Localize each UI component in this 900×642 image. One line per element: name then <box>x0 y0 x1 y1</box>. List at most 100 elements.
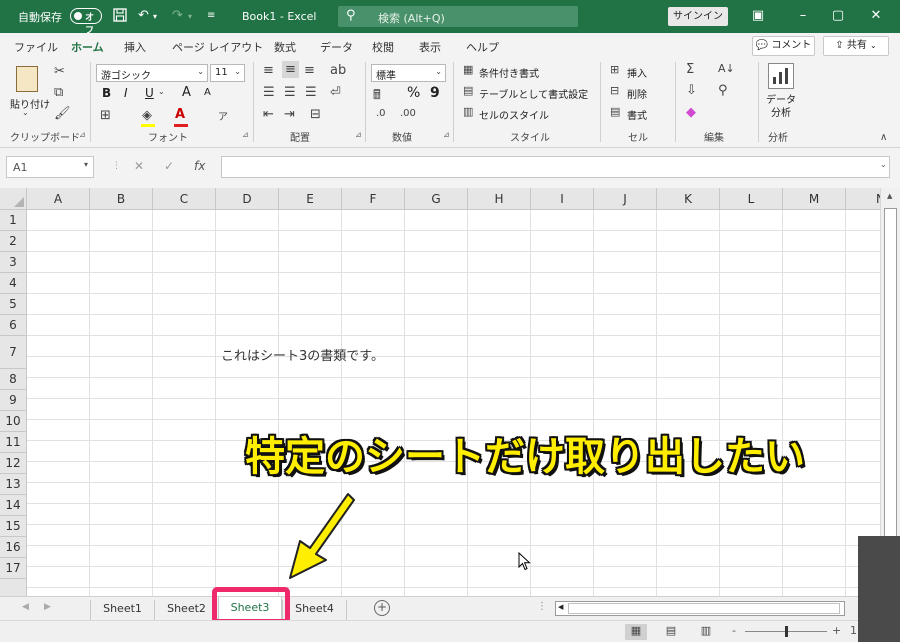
tab-split-handle-icon[interactable]: ⋮ <box>537 601 547 612</box>
sheet-tab-sheet2[interactable]: Sheet2 <box>154 600 218 620</box>
align-center-icon[interactable]: ☰ <box>284 85 296 100</box>
align-left-icon[interactable]: ☰ <box>263 85 275 100</box>
close-icon[interactable]: ✕ <box>866 6 886 26</box>
row-header[interactable]: 13 <box>0 474 27 495</box>
tab-help[interactable]: ヘルプ <box>466 39 499 55</box>
row-header[interactable]: 3 <box>0 252 27 273</box>
cell-d7[interactable]: これはシート3の書類です。 <box>221 345 384 364</box>
font-color-icon[interactable]: A <box>175 107 185 122</box>
scroll-left-icon[interactable]: ◀ <box>558 603 563 611</box>
delete-cells-button[interactable]: 削除 <box>627 86 647 101</box>
paste-icon[interactable] <box>16 66 38 92</box>
increase-indent-icon[interactable]: ⇥ <box>284 107 295 122</box>
cut-icon[interactable]: ✂ <box>54 64 65 79</box>
shrink-font-button[interactable]: A <box>204 87 211 98</box>
confirm-entry-icon[interactable]: ✓ <box>164 159 174 173</box>
page-break-view-icon[interactable]: ▥ <box>695 624 717 640</box>
row-header[interactable]: 6 <box>0 315 27 336</box>
paste-dropdown-icon[interactable]: ⌄ <box>22 108 29 117</box>
copy-icon[interactable]: ⧉ <box>54 85 63 100</box>
row-header[interactable]: 5 <box>0 294 27 315</box>
tab-view[interactable]: 表示 <box>419 39 441 55</box>
undo-dropdown-icon[interactable]: ▾ <box>153 12 157 21</box>
normal-view-icon[interactable]: ▦ <box>625 624 647 640</box>
column-header[interactable]: N <box>846 188 880 210</box>
autosum-icon[interactable]: Σ <box>686 62 694 77</box>
column-header[interactable]: I <box>531 188 594 210</box>
column-header[interactable]: G <box>405 188 468 210</box>
expand-formula-icon[interactable]: ⌄ <box>880 160 887 169</box>
format-painter-icon[interactable]: 🖌 <box>54 106 71 121</box>
row-header[interactable]: 9 <box>0 390 27 411</box>
tab-data[interactable]: データ <box>320 39 353 55</box>
share-button[interactable]: ⇪ 共有 ⌄ <box>823 36 889 56</box>
number-format-select[interactable]: 標準 ⌄ <box>371 64 446 82</box>
underline-dropdown-icon[interactable]: ⌄ <box>158 87 165 96</box>
zoom-out-button[interactable]: - <box>732 624 736 637</box>
insert-function-button[interactable]: fx <box>194 159 205 173</box>
column-header[interactable]: D <box>216 188 279 210</box>
row-header[interactable]: 15 <box>0 516 27 537</box>
row-header[interactable]: 1 <box>0 210 27 231</box>
format-as-table-button[interactable]: テーブルとして書式設定 <box>479 86 588 101</box>
font-name-select[interactable]: 游ゴシック ⌄ <box>96 64 208 82</box>
comment-button[interactable]: 💬 コメント <box>752 36 815 56</box>
align-right-icon[interactable]: ☰ <box>305 85 317 100</box>
add-sheet-button[interactable]: + <box>374 600 390 616</box>
sort-filter-icon[interactable]: A↓ <box>718 62 735 75</box>
row-header[interactable]: 8 <box>0 369 27 390</box>
currency-icon[interactable]: 🖩 <box>373 86 381 108</box>
grow-font-button[interactable]: A <box>182 85 191 100</box>
row-header[interactable]: 2 <box>0 231 27 252</box>
insert-cells-button[interactable]: 挿入 <box>627 65 647 80</box>
zoom-slider-knob[interactable] <box>785 626 788 637</box>
number-launcher-icon[interactable]: ⊿ <box>443 130 450 139</box>
cancel-entry-icon[interactable]: ✕ <box>134 159 144 173</box>
wrap-text-icon[interactable]: ⏎ <box>330 85 341 100</box>
border-icon[interactable]: ⊞ <box>100 108 111 123</box>
tab-file[interactable]: ファイル <box>14 39 58 55</box>
clipboard-launcher-icon[interactable]: ⊿ <box>79 130 86 139</box>
minimize-icon[interactable]: – <box>793 6 813 26</box>
column-header[interactable]: J <box>594 188 657 210</box>
undo-icon[interactable]: ↶ <box>138 8 149 23</box>
maximize-icon[interactable]: ▢ <box>828 6 848 26</box>
comma-button[interactable]: 9 <box>430 85 440 101</box>
orientation-icon[interactable]: ab <box>330 63 346 78</box>
redo-dropdown-icon[interactable]: ▾ <box>188 12 192 21</box>
save-icon[interactable] <box>113 8 127 26</box>
tab-page-layout[interactable]: ページ レイアウト <box>172 39 263 55</box>
tab-formulas[interactable]: 数式 <box>274 39 296 55</box>
row-header[interactable]: 12 <box>0 453 27 474</box>
next-sheet-icon[interactable]: ▶ <box>44 602 51 612</box>
cell-styles-button[interactable]: セルのスタイル <box>479 107 549 122</box>
font-launcher-icon[interactable]: ⊿ <box>242 130 249 139</box>
signin-button[interactable]: サインイン <box>668 7 728 26</box>
page-layout-view-icon[interactable]: ▤ <box>660 624 682 640</box>
horizontal-scrollbar[interactable]: ◀ <box>555 601 845 616</box>
sheet-tab-sheet1[interactable]: Sheet1 <box>90 600 154 620</box>
row-header[interactable]: 16 <box>0 537 27 558</box>
column-header[interactable]: K <box>657 188 720 210</box>
tab-review[interactable]: 校閲 <box>372 39 394 55</box>
row-header[interactable]: 14 <box>0 495 27 516</box>
analyze-data-icon[interactable] <box>768 63 794 89</box>
select-all-button[interactable] <box>0 188 27 210</box>
column-header[interactable]: F <box>342 188 405 210</box>
percent-button[interactable]: % <box>407 85 420 101</box>
formula-input[interactable] <box>221 156 890 178</box>
zoom-in-button[interactable]: + <box>832 624 841 637</box>
decrease-decimal-icon[interactable]: .00 <box>400 108 416 119</box>
decrease-indent-icon[interactable]: ⇤ <box>263 107 274 122</box>
clear-icon[interactable]: ◆ <box>686 105 696 120</box>
bold-button[interactable]: B <box>102 86 111 100</box>
autosave-toggle[interactable]: オフ <box>70 8 102 36</box>
column-header[interactable]: H <box>468 188 531 210</box>
tab-home[interactable]: ホーム <box>71 39 104 60</box>
row-header[interactable] <box>0 579 27 596</box>
collapse-ribbon-icon[interactable]: ∧ <box>880 132 887 143</box>
fill-icon[interactable]: ⇩ <box>686 83 697 98</box>
row-header[interactable]: 7 <box>0 336 27 369</box>
horizontal-scroll-thumb[interactable] <box>568 603 840 614</box>
analyze-data-button[interactable]: データ 分析 <box>766 94 796 120</box>
